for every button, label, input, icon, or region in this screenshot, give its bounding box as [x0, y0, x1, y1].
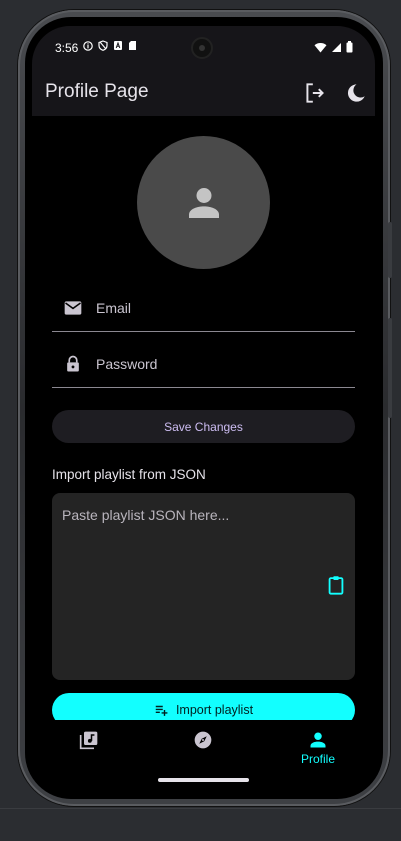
signal-icon	[331, 42, 342, 56]
avatar[interactable]	[137, 136, 270, 269]
explore-icon	[194, 731, 212, 749]
logout-button[interactable]	[302, 80, 328, 106]
status-bar: 3:56	[32, 26, 375, 72]
bottom-navigation: Profile	[32, 720, 375, 798]
nav-item-explore[interactable]	[173, 730, 233, 770]
battery-icon	[346, 41, 353, 56]
nav-item-library[interactable]	[59, 730, 119, 770]
paste-button[interactable]	[325, 574, 347, 596]
json-input[interactable]	[62, 507, 322, 667]
person-icon	[310, 732, 326, 748]
library-music-icon	[79, 731, 98, 750]
moon-icon	[347, 84, 365, 102]
logout-icon	[306, 83, 324, 103]
app-bar: Profile Page	[32, 72, 375, 116]
wifi-icon	[314, 42, 327, 56]
info-icon	[83, 40, 93, 51]
playlist-add-icon	[155, 705, 168, 716]
email-field[interactable]	[52, 288, 355, 332]
system-status-icons	[314, 41, 353, 56]
sd-card-icon	[128, 40, 138, 51]
a-box-icon	[113, 40, 123, 51]
password-input[interactable]	[96, 352, 346, 376]
phone-screen: 3:56 Profile Page Email Save Changes Imp…	[32, 26, 375, 798]
import-heading: Import playlist from JSON	[52, 467, 206, 482]
theme-toggle-button[interactable]	[343, 80, 369, 106]
status-time: 3:56	[55, 41, 79, 55]
nav-label-profile: Profile	[300, 752, 335, 766]
clipboard-icon	[328, 576, 344, 595]
import-button-label: Import playlist	[175, 703, 254, 717]
mail-icon	[63, 298, 83, 318]
person-icon	[188, 187, 219, 218]
json-input-box[interactable]	[52, 493, 355, 680]
volume-button	[388, 222, 392, 278]
desktop-background	[0, 808, 401, 841]
front-camera	[191, 37, 213, 59]
notification-icons	[83, 40, 138, 51]
home-indicator[interactable]	[158, 778, 249, 782]
nav-item-profile[interactable]: Profile	[288, 730, 348, 770]
page-title: Profile Page	[45, 81, 149, 102]
power-button	[388, 318, 392, 418]
lock-icon	[63, 354, 83, 374]
save-changes-button[interactable]: Save Changes	[52, 410, 355, 443]
shield-icon	[98, 40, 108, 51]
email-input[interactable]	[96, 296, 346, 320]
password-field[interactable]	[52, 344, 355, 388]
